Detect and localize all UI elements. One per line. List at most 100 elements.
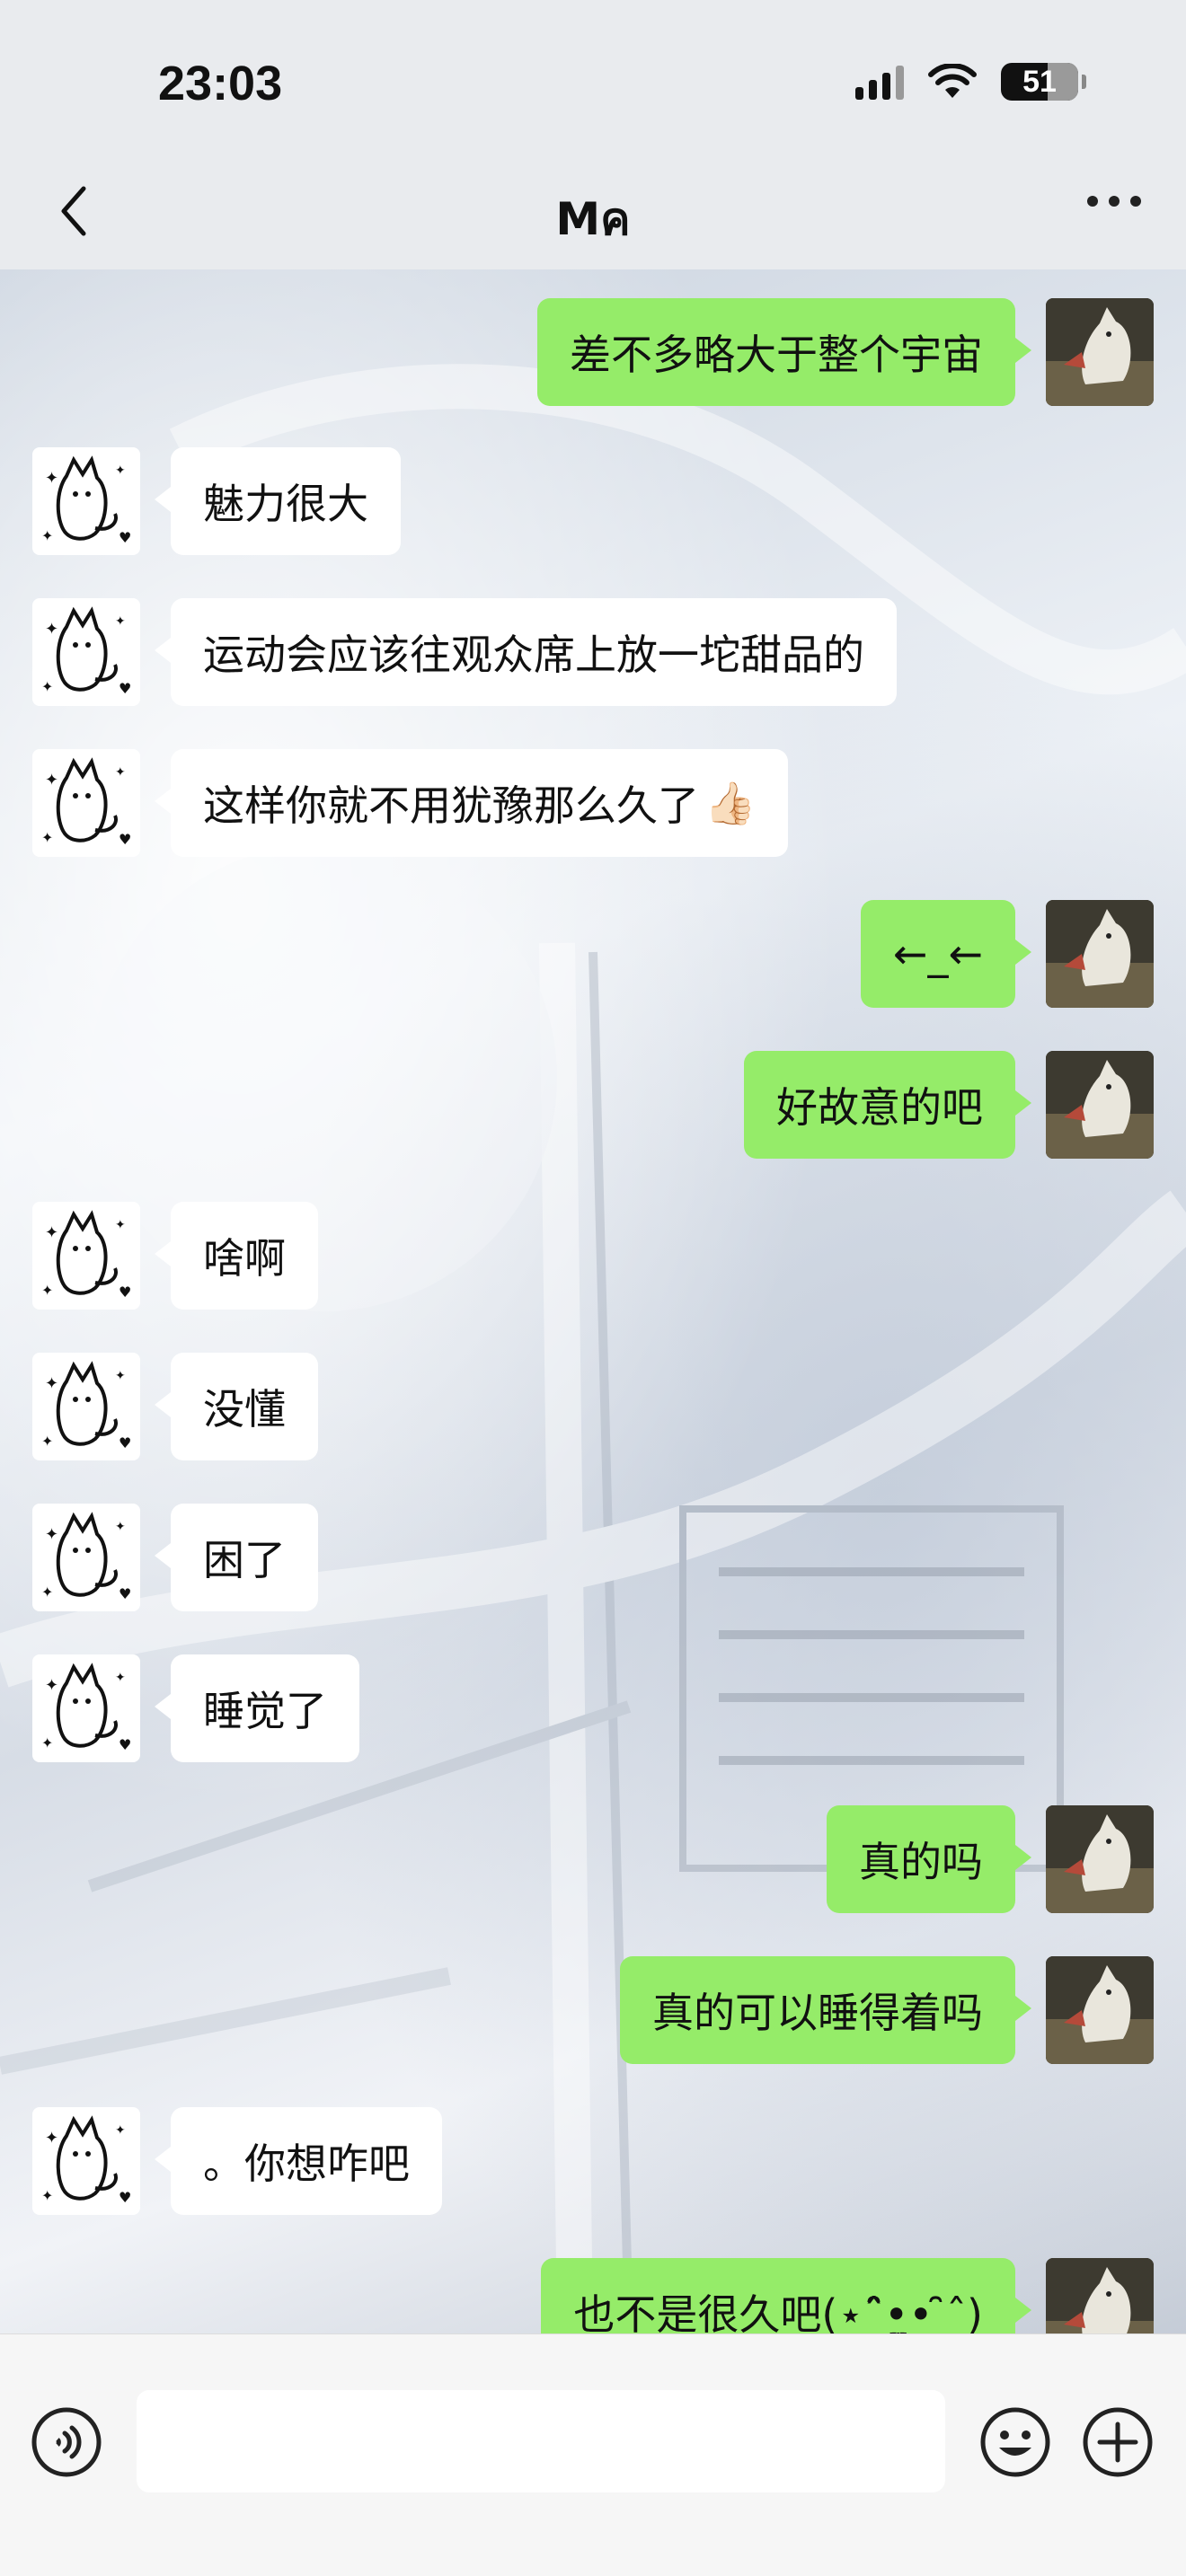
message-text: 运动会应该往观众席上放一坨甜品的 xyxy=(203,631,864,679)
svg-text:✦: ✦ xyxy=(45,2129,58,2148)
message-bubble[interactable]: 好故意的吧 xyxy=(744,1051,1031,1159)
svg-text:✦: ✦ xyxy=(41,1584,53,1601)
wifi-icon xyxy=(928,64,977,98)
chat-area[interactable]: 差不多略大于整个宇宙 ✦ ✦ ✦ ♥ 魅力很大 ✦ ✦ ✦ ♥ 运动会应该往观众席上放一坨甜品的 ✦ ✦… xyxy=(0,269,1186,2333)
svg-text:♥: ♥ xyxy=(119,1284,131,1301)
svg-text:✦: ✦ xyxy=(115,765,126,780)
top-bar: 23:03 51 Mค xyxy=(0,0,1186,269)
message-text: 真的吗 xyxy=(859,1838,983,1886)
svg-text:✦: ✦ xyxy=(41,2187,53,2204)
message-row: ✦ ✦ ✦ ♥ 魅力很大 xyxy=(32,447,431,555)
plus-button[interactable] xyxy=(1082,2406,1154,2478)
message-bubble[interactable]: 运动会应该往观众席上放一坨甜品的 xyxy=(155,598,897,706)
svg-text:♥: ♥ xyxy=(119,1434,131,1451)
message-row: ✦ ✦ ✦ ♥ 没懂 xyxy=(32,1353,349,1460)
my-avatar[interactable] xyxy=(1046,2258,1154,2333)
svg-text:✦: ✦ xyxy=(41,1282,53,1299)
contact-avatar[interactable]: ✦ ✦ ✦ ♥ xyxy=(32,749,140,857)
message-row: ✦ ✦ ✦ ♥ 运动会应该往观众席上放一坨甜品的 xyxy=(32,598,927,706)
message-bubble[interactable]: 也不是很久吧(⋆ˆ̑•̤̫• ̑ˆ) xyxy=(541,2258,1031,2333)
message-bubble[interactable]: 困了 xyxy=(155,1504,318,1611)
emoji-icon xyxy=(980,2407,1050,2477)
svg-text:✦: ✦ xyxy=(41,678,53,695)
svg-text:✦: ✦ xyxy=(115,463,126,478)
message-row: ✦ ✦ ✦ ♥ 。你想咋吧 xyxy=(32,2107,473,2215)
contact-avatar[interactable]: ✦ ✦ ✦ ♥ xyxy=(32,1353,140,1460)
message-text: 睡觉了 xyxy=(203,1687,327,1735)
message-bubble[interactable]: 这样你就不用犹豫那么久了 👍🏻 xyxy=(154,749,789,857)
svg-text:✦: ✦ xyxy=(45,1374,58,1393)
status-icons: 51 xyxy=(855,63,1086,101)
my-avatar[interactable] xyxy=(1046,1051,1154,1159)
contact-avatar[interactable]: ✦ ✦ ✦ ♥ xyxy=(32,598,140,706)
input-bar xyxy=(0,2333,1186,2576)
svg-text:♥: ♥ xyxy=(119,529,131,546)
my-avatar[interactable] xyxy=(1046,1956,1154,2064)
emoji-button[interactable] xyxy=(979,2406,1051,2478)
contact-avatar[interactable]: ✦ ✦ ✦ ♥ xyxy=(32,447,140,555)
message-bubble[interactable]: 真的可以睡得着吗 xyxy=(620,1956,1031,2064)
svg-text:✦: ✦ xyxy=(45,771,58,790)
message-text: 也不是很久吧(⋆ˆ̑•̤̫• ̑ˆ) xyxy=(573,2290,983,2333)
contact-avatar[interactable]: ✦ ✦ ✦ ♥ xyxy=(32,1654,140,1762)
plus-icon xyxy=(1083,2407,1153,2477)
svg-text:♥: ♥ xyxy=(119,680,131,697)
message-row: 真的吗 xyxy=(796,1805,1154,1913)
svg-text:✦: ✦ xyxy=(45,1223,58,1242)
svg-text:✦: ✦ xyxy=(41,829,53,846)
my-avatar[interactable] xyxy=(1046,1805,1154,1913)
message-input[interactable] xyxy=(137,2390,945,2492)
message-text: 困了 xyxy=(203,1536,286,1584)
svg-text:✦: ✦ xyxy=(41,1734,53,1751)
message-row: ✦ ✦ ✦ ♥ 困了 xyxy=(32,1504,349,1611)
svg-text:♥: ♥ xyxy=(119,1585,131,1602)
message-text: 好故意的吧 xyxy=(776,1083,983,1132)
message-row: ✦ ✦ ✦ ♥ 啥啊 xyxy=(32,1202,349,1310)
message-bubble[interactable]: 睡觉了 xyxy=(155,1654,359,1762)
svg-text:✦: ✦ xyxy=(115,1671,126,1685)
battery-icon: 51 xyxy=(1001,63,1086,101)
svg-text:✦: ✦ xyxy=(45,620,58,639)
message-row: ✦ ✦ ✦ ♥ 睡觉了 xyxy=(32,1654,390,1762)
message-row: ←_← xyxy=(830,900,1154,1008)
contact-avatar[interactable]: ✦ ✦ ✦ ♥ xyxy=(32,1504,140,1611)
battery-level: 51 xyxy=(1022,64,1057,99)
svg-text:✦: ✦ xyxy=(115,1369,126,1383)
message-row: 也不是很久吧(⋆ˆ̑•̤̫• ̑ˆ) xyxy=(510,2258,1154,2333)
message-bubble[interactable]: 没懂 xyxy=(155,1353,318,1460)
thumbs-up-icon: 👍🏻 xyxy=(704,778,757,827)
my-avatar[interactable] xyxy=(1046,298,1154,406)
message-text: 。你想咋吧 xyxy=(203,2139,410,2188)
svg-text:✦: ✦ xyxy=(45,1676,58,1695)
message-text: ←_← xyxy=(892,930,983,978)
svg-text:✦: ✦ xyxy=(115,1218,126,1232)
svg-text:✦: ✦ xyxy=(41,1433,53,1450)
message-text: 这样你就不用犹豫那么久了 xyxy=(203,781,699,830)
message-bubble[interactable]: 魅力很大 xyxy=(155,447,401,555)
message-row: 好故意的吧 xyxy=(713,1051,1154,1159)
message-text: 差不多略大于整个宇宙 xyxy=(570,331,983,379)
svg-text:✦: ✦ xyxy=(115,1520,126,1534)
my-avatar[interactable] xyxy=(1046,900,1154,1008)
contact-avatar[interactable]: ✦ ✦ ✦ ♥ xyxy=(32,2107,140,2215)
svg-text:✦: ✦ xyxy=(41,527,53,544)
message-bubble[interactable]: 真的吗 xyxy=(827,1805,1031,1913)
svg-text:✦: ✦ xyxy=(115,2123,126,2138)
svg-text:♥: ♥ xyxy=(119,2189,131,2206)
message-text: 啥啊 xyxy=(203,1234,286,1283)
voice-button[interactable] xyxy=(31,2406,102,2478)
message-bubble[interactable]: 啥啊 xyxy=(155,1202,318,1310)
svg-text:✦: ✦ xyxy=(45,1525,58,1544)
message-text: 真的可以睡得着吗 xyxy=(652,1989,983,2037)
chat-title: Mค xyxy=(555,193,631,245)
message-bubble[interactable]: 。你想咋吧 xyxy=(155,2107,442,2215)
message-bubble[interactable]: ←_← xyxy=(860,900,1032,1008)
message-bubble[interactable]: 差不多略大于整个宇宙 xyxy=(537,298,1031,406)
contact-avatar[interactable]: ✦ ✦ ✦ ♥ xyxy=(32,1202,140,1310)
svg-text:♥: ♥ xyxy=(119,831,131,848)
message-text: 魅力很大 xyxy=(203,480,368,528)
more-dots-icon[interactable] xyxy=(1087,196,1141,207)
message-row: 差不多略大于整个宇宙 xyxy=(507,298,1154,406)
voice-icon xyxy=(31,2407,102,2477)
svg-text:✦: ✦ xyxy=(45,469,58,488)
